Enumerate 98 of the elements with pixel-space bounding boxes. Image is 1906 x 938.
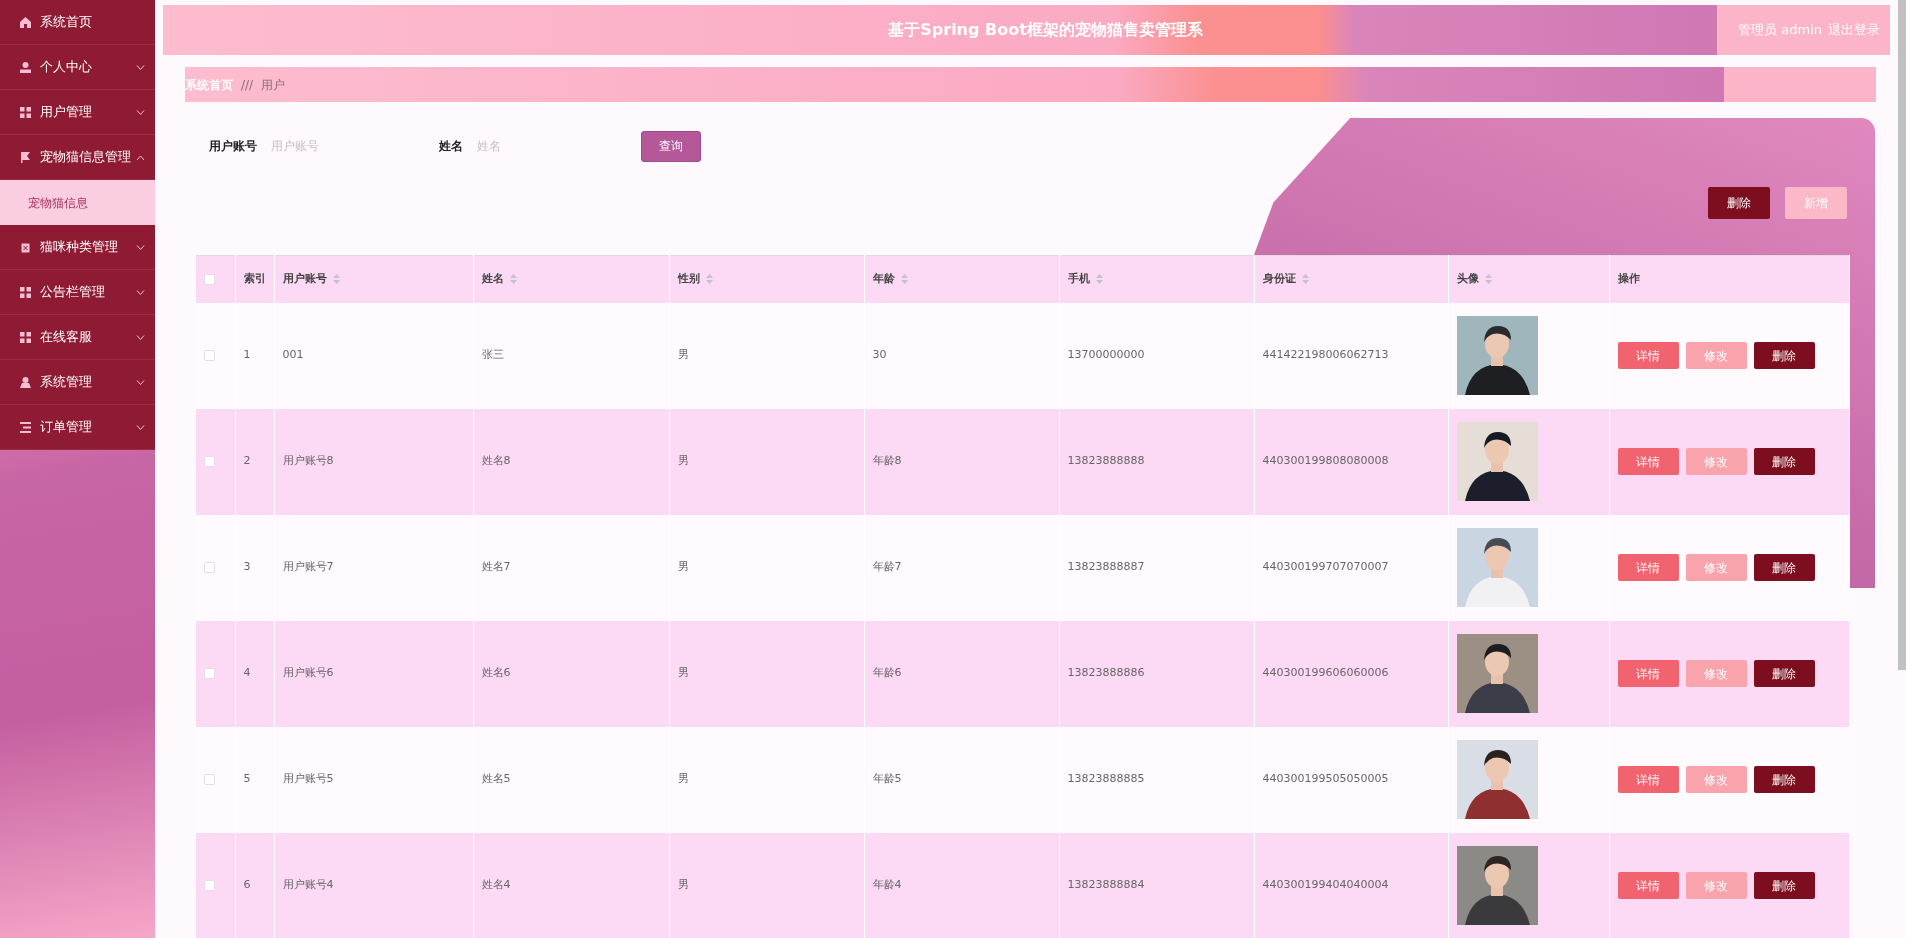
table-cell: 男	[677, 560, 689, 574]
table-cell: 440300199707070007	[1262, 560, 1389, 574]
column-header[interactable]: 头像	[1456, 272, 1479, 285]
column-header[interactable]: 手机	[1067, 272, 1090, 285]
table-cell: 用户账号7	[282, 560, 334, 574]
table-cell: 姓名4	[481, 878, 511, 892]
user-label: 管理员 admin	[1738, 21, 1822, 40]
table-cell: 年龄4	[872, 878, 902, 892]
search-button[interactable]: 查询	[641, 130, 701, 162]
home-icon	[20, 16, 31, 28]
table-cell: 440300199808080008	[1262, 454, 1389, 468]
sidebar-item[interactable]: 用户管理	[0, 90, 155, 135]
breadcrumb-current: 用户	[261, 76, 286, 94]
delete-button[interactable]: 删除	[1753, 554, 1815, 581]
breadcrumb-separator: ///	[241, 76, 254, 94]
table-cell: 张三	[481, 348, 504, 362]
index-cell: 1	[243, 348, 251, 362]
table-cell: 13823888885	[1067, 772, 1145, 786]
table-cell: 001	[282, 348, 304, 362]
table-cell: 440300199505050005	[1262, 772, 1389, 786]
column-header[interactable]: 身份证	[1262, 272, 1296, 285]
table-cell: 13700000000	[1067, 348, 1145, 362]
delete-button[interactable]: 删除	[1753, 660, 1815, 687]
table-cell: 年龄5	[872, 772, 902, 786]
sidebar-item[interactable]: 猫咪种类管理	[0, 225, 155, 270]
table-cell: 13823888887	[1067, 560, 1145, 574]
sort-icon[interactable]	[705, 274, 713, 284]
index-cell: 4	[243, 666, 251, 680]
table-cell: 13823888886	[1067, 666, 1145, 680]
grid-icon	[20, 331, 31, 343]
index-cell: 5	[243, 772, 251, 786]
sort-icon[interactable]	[332, 274, 340, 284]
person-icon	[20, 61, 31, 73]
checkbox[interactable]	[204, 773, 215, 785]
checkbox[interactable]	[204, 455, 215, 467]
sort-icon[interactable]	[900, 274, 908, 284]
table-cell: 姓名8	[481, 454, 511, 468]
delete-button[interactable]: 删除	[1708, 187, 1770, 219]
sidebar-item[interactable]: 在线客服	[0, 315, 155, 360]
flag-icon	[20, 151, 31, 163]
table-cell: 440300199606060006	[1262, 666, 1389, 680]
clipboard-icon	[20, 241, 31, 253]
delete-button[interactable]: 删除	[1753, 872, 1815, 899]
table-cell: 13823888884	[1067, 878, 1145, 892]
delete-button[interactable]: 删除	[1753, 342, 1815, 369]
column-header[interactable]: 年龄	[872, 272, 895, 285]
table-cell: 男	[677, 878, 689, 892]
table-cell: 年龄6	[872, 666, 902, 680]
checkbox[interactable]	[204, 349, 215, 361]
sort-icon[interactable]	[509, 274, 517, 284]
column-header[interactable]: 性别	[677, 272, 700, 285]
table-cell: 用户账号5	[282, 772, 334, 786]
table-cell: 用户账号6	[282, 666, 334, 680]
checkbox[interactable]	[204, 561, 215, 573]
sidebar-item[interactable]: 公告栏管理	[0, 270, 155, 315]
column-header[interactable]: 操作	[1617, 272, 1640, 285]
delete-button[interactable]: 删除	[1753, 448, 1815, 475]
table-cell: 30	[872, 348, 887, 362]
table-cell: 男	[677, 348, 689, 362]
table-cell: 用户账号8	[282, 454, 334, 468]
submenu-item[interactable]: 宠物猫信息	[0, 180, 155, 225]
app-title: 基于Spring Boot框架的宠物猫售卖管理系	[887, 19, 1204, 41]
sidebar-item[interactable]: 订单管理	[0, 405, 155, 450]
table-cell: 13823888888	[1067, 454, 1145, 468]
table-cell: 441422198006062713	[1262, 348, 1389, 362]
person-icon	[20, 376, 31, 388]
index-cell: 6	[243, 878, 251, 892]
index-cell: 3	[243, 560, 251, 574]
checkbox[interactable]	[204, 273, 215, 285]
grid-icon	[20, 286, 31, 298]
table-cell: 男	[677, 772, 689, 786]
field-label: 用户账号	[209, 138, 257, 155]
table-cell: 年龄8	[872, 454, 902, 468]
sort-icon[interactable]	[1095, 274, 1103, 284]
table-cell: 男	[677, 666, 689, 680]
column-header[interactable]: 姓名	[481, 272, 504, 285]
grid-icon	[20, 106, 31, 118]
list-icon	[20, 421, 31, 433]
table-cell: 姓名5	[481, 772, 511, 786]
table-cell: 年龄7	[872, 560, 902, 574]
table-cell: 姓名7	[481, 560, 511, 574]
table-cell: 用户账号4	[282, 878, 334, 892]
index-cell: 2	[243, 454, 251, 468]
column-header[interactable]: 用户账号	[282, 272, 327, 285]
sidebar-item[interactable]: 系统管理	[0, 360, 155, 405]
field-label: 姓名	[439, 138, 463, 155]
table-cell: 440300199404040004	[1262, 878, 1389, 892]
sidebar-item[interactable]: 个人中心	[0, 45, 155, 90]
column-header[interactable]: 索引	[243, 272, 266, 285]
sort-icon[interactable]	[1484, 274, 1492, 284]
scrollbar[interactable]	[1898, 0, 1906, 670]
checkbox[interactable]	[204, 667, 215, 679]
delete-button[interactable]: 删除	[1753, 766, 1815, 793]
sidebar-item[interactable]: 系统首页	[0, 0, 155, 45]
table-cell: 姓名6	[481, 666, 511, 680]
checkbox[interactable]	[204, 879, 215, 891]
table-cell: 男	[677, 454, 689, 468]
sort-icon[interactable]	[1301, 274, 1309, 284]
